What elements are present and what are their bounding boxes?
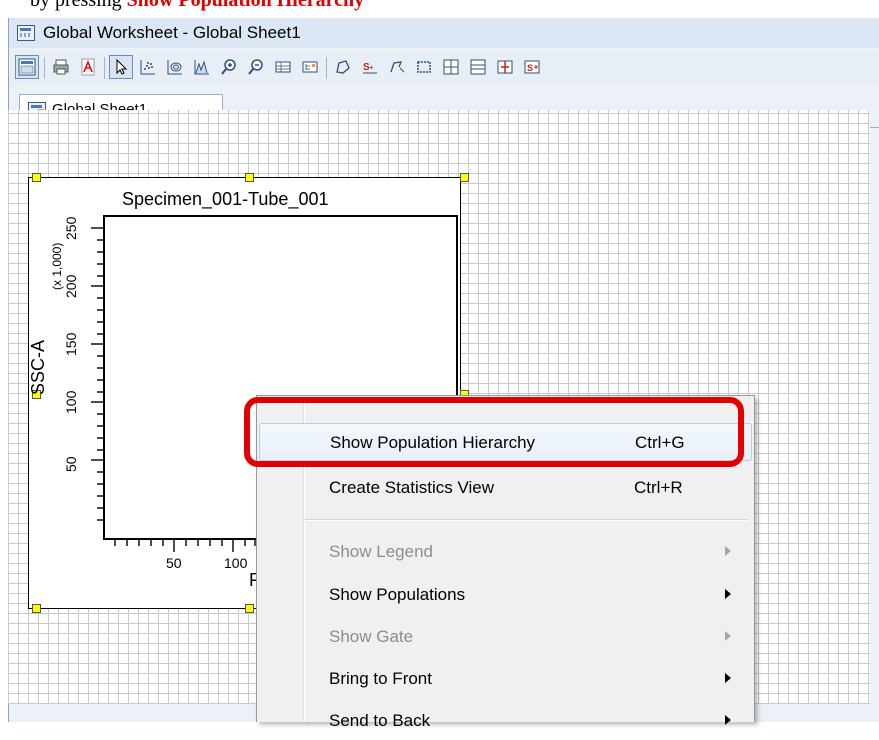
context-menu: Show Population Hierarchy Ctrl+G Create … — [256, 395, 755, 730]
menu-item-shortcut: Ctrl+G — [635, 433, 685, 452]
submenu-arrow-icon — [725, 546, 731, 556]
menu-item-bring-to-front[interactable]: Bring to Front — [259, 660, 752, 698]
menu-item-show-populations[interactable]: Show Populations — [259, 576, 752, 614]
submenu-arrow-icon — [725, 631, 731, 641]
menu-item-label: Show Legend — [329, 542, 433, 561]
y-axis-ticks — [91, 227, 103, 521]
submenu-arrow-icon — [725, 673, 731, 683]
menu-item-label: Show Population Hierarchy — [330, 433, 536, 452]
menu-item-show-gate[interactable]: Show Gate — [259, 618, 752, 656]
submenu-arrow-icon — [725, 715, 731, 725]
x-axis-ticks — [114, 540, 256, 552]
menu-separator — [304, 519, 748, 521]
menu-item-shortcut: Ctrl+R — [634, 478, 683, 497]
menu-item-send-to-back[interactable]: Send to Back — [259, 702, 752, 740]
menu-item-show-legend[interactable]: Show Legend — [259, 533, 752, 571]
menu-item-label: Show Populations — [329, 585, 466, 604]
x-tick-label: 50 — [166, 555, 182, 571]
menu-item-label: Send to Back — [329, 711, 431, 730]
menu-item-create-statistics-view[interactable]: Create Statistics View Ctrl+R — [259, 469, 752, 507]
x-tick-label: 100 — [224, 555, 248, 571]
menu-item-label: Bring to Front — [329, 669, 432, 688]
menu-item-label: Create Statistics View — [329, 478, 495, 497]
submenu-arrow-icon — [725, 589, 731, 599]
menu-item-label: Show Gate — [329, 627, 414, 646]
menu-item-show-population-hierarchy[interactable]: Show Population Hierarchy Ctrl+G — [259, 423, 752, 461]
